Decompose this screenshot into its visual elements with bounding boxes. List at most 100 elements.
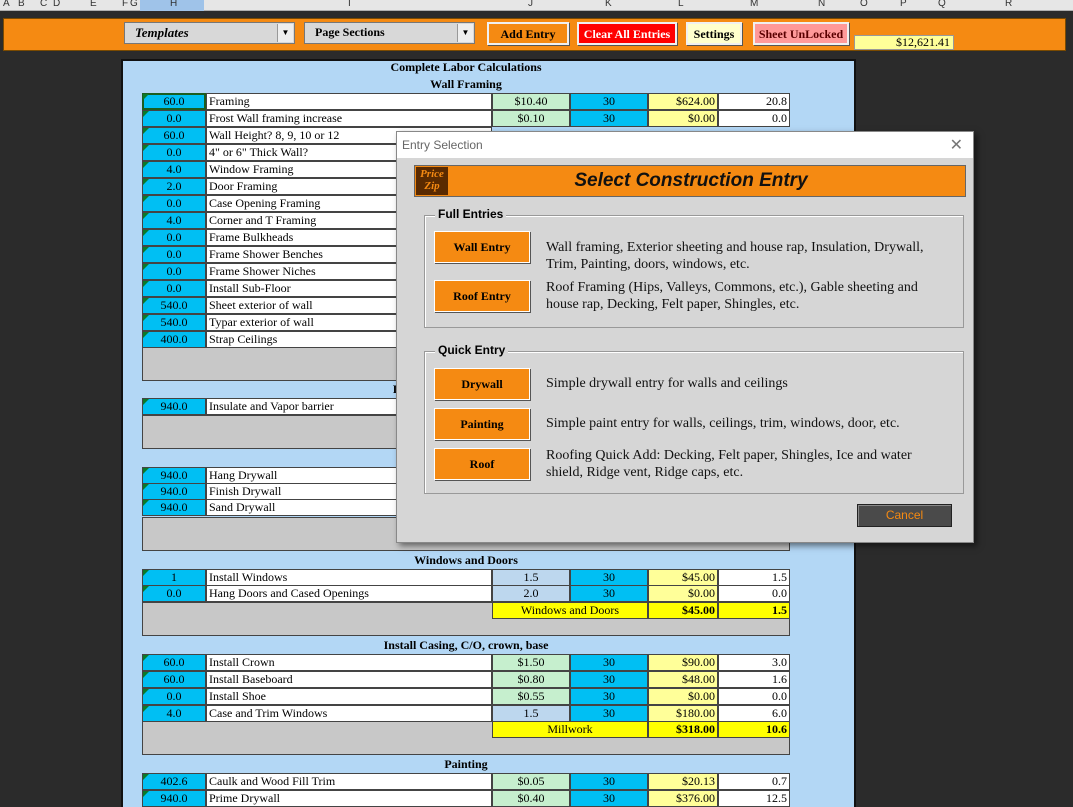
wall-entry-button[interactable]: Wall Entry [434, 231, 530, 263]
col-k[interactable]: K [605, 0, 612, 9]
hours-cell[interactable]: 0.0 [718, 585, 790, 602]
qty-cell[interactable]: 0.0 [142, 688, 206, 705]
cost-cell[interactable]: $180.00 [648, 705, 718, 722]
qty-cell[interactable]: 2.0 [142, 178, 206, 195]
qty-cell[interactable]: 4.0 [142, 161, 206, 178]
col-d[interactable]: D [53, 0, 60, 9]
rate-cell[interactable]: $0.10 [492, 110, 570, 127]
percent-cell[interactable]: 30 [570, 688, 648, 705]
cost-cell[interactable]: $45.00 [648, 569, 718, 586]
cost-cell[interactable]: $0.00 [648, 585, 718, 602]
hours-cell[interactable]: 3.0 [718, 654, 790, 671]
percent-cell[interactable]: 30 [570, 790, 648, 807]
drywall-button[interactable]: Drywall [434, 368, 530, 400]
qty-cell[interactable]: 400.0 [142, 331, 206, 348]
chevron-down-icon[interactable]: ▼ [457, 24, 473, 42]
settings-button[interactable]: Settings [686, 22, 742, 45]
cost-cell[interactable]: $48.00 [648, 671, 718, 688]
page-sections-dropdown[interactable]: Page Sections ▼ [304, 22, 475, 44]
col-o[interactable]: O [860, 0, 868, 9]
qty-cell[interactable]: 0.0 [142, 229, 206, 246]
qty-cell[interactable]: 60.0 [142, 127, 206, 144]
cost-cell[interactable]: $376.00 [648, 790, 718, 807]
cost-cell[interactable]: $0.00 [648, 688, 718, 705]
qty-cell[interactable]: 940.0 [142, 483, 206, 500]
qty-cell[interactable]: 0.0 [142, 195, 206, 212]
rate-cell[interactable]: $0.80 [492, 671, 570, 688]
qty-cell[interactable]: 4.0 [142, 705, 206, 722]
col-i[interactable]: I [348, 0, 351, 9]
painting-button[interactable]: Painting [434, 408, 530, 440]
clear-all-entries-button[interactable]: Clear All Entries [577, 22, 677, 45]
qty-cell[interactable]: 0.0 [142, 280, 206, 297]
percent-cell[interactable]: 30 [570, 93, 648, 110]
col-q[interactable]: Q [938, 0, 946, 9]
col-l[interactable]: L [678, 0, 684, 9]
qty-cell[interactable]: 402.6 [142, 773, 206, 790]
qty-cell[interactable]: 940.0 [142, 398, 206, 415]
hours-cell[interactable]: 0.7 [718, 773, 790, 790]
percent-cell[interactable]: 30 [570, 569, 648, 586]
col-c[interactable]: C [40, 0, 47, 9]
col-n[interactable]: N [818, 0, 825, 9]
cost-cell[interactable]: $20.13 [648, 773, 718, 790]
col-j[interactable]: J [528, 0, 533, 9]
description-cell[interactable]: Frost Wall framing increase [206, 110, 492, 127]
hours-cell[interactable]: 12.5 [718, 790, 790, 807]
qty-cell[interactable]: 60.0 [142, 671, 206, 688]
col-g[interactable]: G [130, 0, 138, 9]
description-cell[interactable]: Install Crown [206, 654, 492, 671]
cancel-button[interactable]: Cancel [857, 504, 952, 527]
qty-cell[interactable]: 540.0 [142, 314, 206, 331]
rate-cell[interactable]: $10.40 [492, 93, 570, 110]
hours-cell[interactable]: 6.0 [718, 705, 790, 722]
qty-cell[interactable]: 540.0 [142, 297, 206, 314]
rate-cell[interactable]: 1.5 [492, 569, 570, 586]
roof-quick-button[interactable]: Roof [434, 448, 530, 480]
hours-cell[interactable]: 1.5 [718, 569, 790, 586]
percent-cell[interactable]: 30 [570, 654, 648, 671]
rate-cell[interactable]: $1.50 [492, 654, 570, 671]
col-h-selected[interactable]: H [140, 0, 204, 11]
percent-cell[interactable]: 30 [570, 773, 648, 790]
description-cell[interactable]: Install Shoe [206, 688, 492, 705]
cost-cell[interactable]: $624.00 [648, 93, 718, 110]
sheet-lock-button[interactable]: Sheet UnLocked [753, 22, 849, 45]
qty-cell[interactable]: 0.0 [142, 246, 206, 263]
col-r[interactable]: R [1005, 0, 1012, 9]
percent-cell[interactable]: 30 [570, 705, 648, 722]
templates-dropdown[interactable]: Templates ▼ [124, 22, 295, 44]
qty-cell[interactable]: 60.0 [142, 93, 206, 110]
description-cell[interactable]: Hang Doors and Cased Openings [206, 585, 492, 602]
cost-cell[interactable]: $0.00 [648, 110, 718, 127]
hours-cell[interactable]: 0.0 [718, 110, 790, 127]
cost-cell[interactable]: $90.00 [648, 654, 718, 671]
rate-cell[interactable]: $0.55 [492, 688, 570, 705]
description-cell[interactable]: Install Windows [206, 569, 492, 586]
qty-cell[interactable]: 1 [142, 569, 206, 586]
hours-cell[interactable]: 0.0 [718, 688, 790, 705]
qty-cell[interactable]: 0.0 [142, 585, 206, 602]
hours-cell[interactable]: 20.8 [718, 93, 790, 110]
qty-cell[interactable]: 60.0 [142, 654, 206, 671]
qty-cell[interactable]: 0.0 [142, 263, 206, 280]
chevron-down-icon[interactable]: ▼ [277, 24, 293, 42]
col-p[interactable]: P [900, 0, 907, 9]
add-entry-button[interactable]: Add Entry [487, 22, 569, 45]
qty-cell[interactable]: 0.0 [142, 110, 206, 127]
rate-cell[interactable]: $0.40 [492, 790, 570, 807]
qty-cell[interactable]: 940.0 [142, 467, 206, 484]
qty-cell[interactable]: 4.0 [142, 212, 206, 229]
col-e[interactable]: E [90, 0, 97, 9]
col-f[interactable]: F [122, 0, 128, 9]
close-icon[interactable]: ✕ [950, 135, 963, 155]
rate-cell[interactable]: $0.05 [492, 773, 570, 790]
col-m[interactable]: M [750, 0, 758, 9]
percent-cell[interactable]: 30 [570, 110, 648, 127]
qty-cell[interactable]: 940.0 [142, 499, 206, 516]
description-cell[interactable]: Install Baseboard [206, 671, 492, 688]
rate-cell[interactable]: 1.5 [492, 705, 570, 722]
rate-cell[interactable]: 2.0 [492, 585, 570, 602]
description-cell[interactable]: Caulk and Wood Fill Trim [206, 773, 492, 790]
description-cell[interactable]: Case and Trim Windows [206, 705, 492, 722]
